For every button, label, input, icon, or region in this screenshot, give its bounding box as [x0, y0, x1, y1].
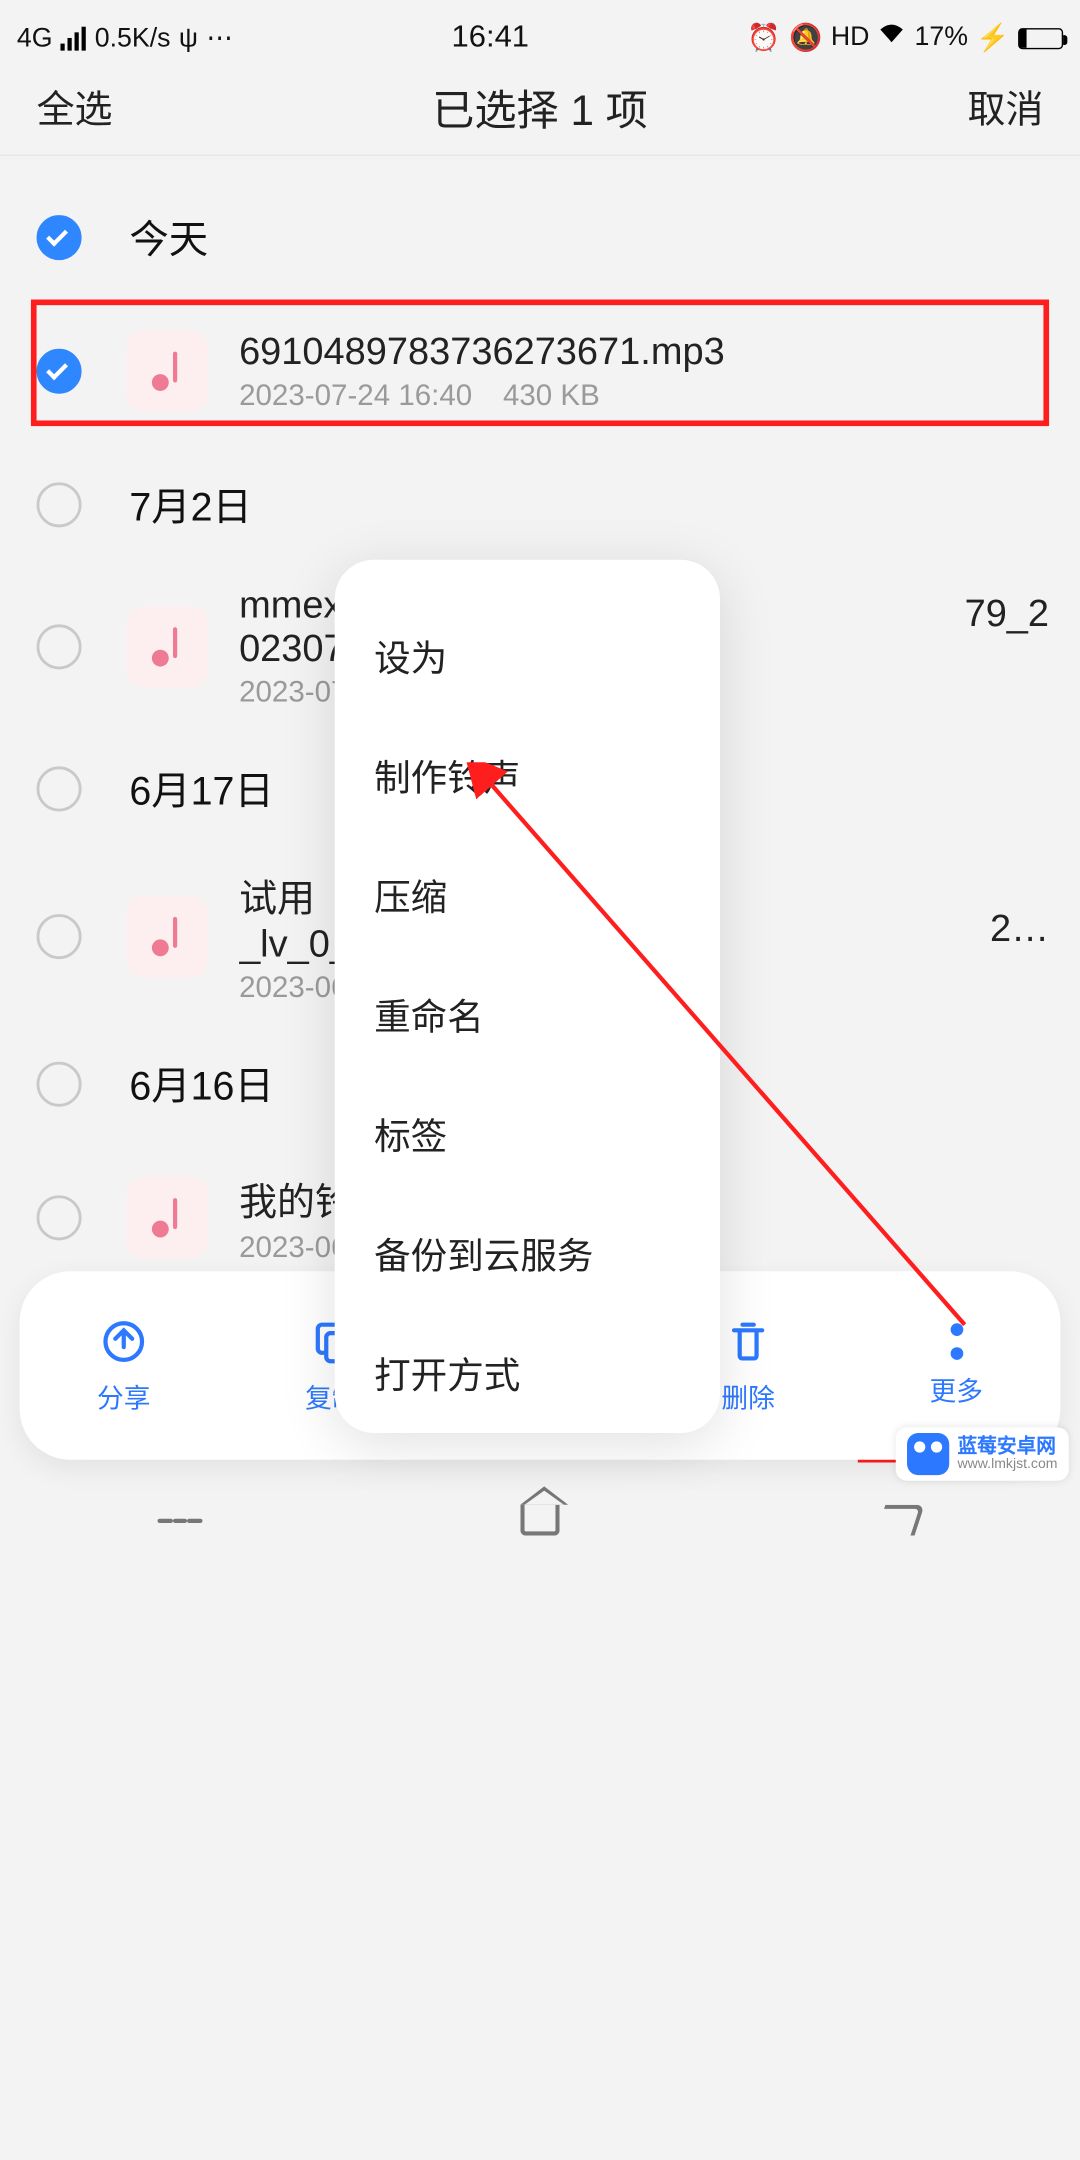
watermark-icon: [907, 1433, 949, 1475]
share-icon: [98, 1316, 149, 1367]
music-file-icon: [127, 330, 209, 412]
file-date: 2023-07-24 16:40: [239, 379, 472, 411]
music-file-icon: [127, 896, 209, 978]
battery-percent: 17%: [914, 23, 967, 54]
file-name-tail: 2…: [990, 907, 1049, 951]
trash-icon: [723, 1316, 774, 1367]
music-file-icon: [127, 606, 209, 688]
group-label: 6月16日: [129, 1056, 273, 1112]
more-icon: [950, 1323, 963, 1360]
menu-open-with[interactable]: 打开方式: [335, 1313, 720, 1433]
group-checkbox[interactable]: [37, 766, 82, 811]
network-speed: 0.5K/s: [95, 23, 171, 54]
action-label: 分享: [97, 1377, 150, 1415]
file-checkbox[interactable]: [37, 624, 82, 669]
file-checkbox[interactable]: [37, 1195, 82, 1240]
wifi-icon: [878, 23, 906, 54]
selection-title: 已选择 1 项: [432, 75, 648, 137]
signal-icon: [61, 27, 86, 51]
file-date: 2023-06: [239, 972, 347, 1004]
file-name: 6910489783736273671.mp3: [239, 330, 1043, 374]
file-checkbox[interactable]: [37, 349, 82, 394]
home-button[interactable]: [518, 1498, 563, 1543]
charging-icon: ⚡: [976, 21, 1009, 55]
menu-make-ringtone[interactable]: 制作铃声: [335, 716, 720, 836]
selection-header: 全选 已选择 1 项 取消: [0, 58, 1080, 156]
share-button[interactable]: 分享: [46, 1316, 201, 1416]
watermark: 蓝莓安卓网 www.lmkjst.com: [896, 1427, 1069, 1480]
menu-rename[interactable]: 重命名: [335, 955, 720, 1075]
cancel-button[interactable]: 取消: [967, 79, 1043, 134]
group-label: 今天: [129, 210, 208, 266]
file-name-tail: 79_2: [965, 592, 1049, 636]
menu-backup-cloud[interactable]: 备份到云服务: [335, 1194, 720, 1314]
android-navbar: [0, 1479, 1080, 1561]
file-checkbox[interactable]: [37, 914, 82, 959]
group-checkbox[interactable]: [37, 1062, 82, 1107]
select-all-button[interactable]: 全选: [37, 79, 113, 134]
group-header[interactable]: 7月2日: [0, 443, 1080, 567]
group-checkbox[interactable]: [37, 215, 82, 260]
more-status-icon: ⋯: [206, 23, 233, 55]
group-label: 6月17日: [129, 761, 273, 817]
hd-indicator: HD: [831, 23, 870, 54]
file-size: 430 KB: [503, 379, 600, 411]
back-button[interactable]: [878, 1498, 923, 1543]
menu-set-as[interactable]: 设为: [335, 596, 720, 716]
group-label: 7月2日: [129, 477, 252, 533]
usb-icon: ψ: [179, 23, 198, 54]
menu-compress[interactable]: 压缩: [335, 835, 720, 955]
watermark-title: 蓝莓安卓网: [957, 1435, 1057, 1457]
network-type: 4G: [17, 23, 53, 54]
menu-tags[interactable]: 标签: [335, 1074, 720, 1194]
alarm-icon: ⏰: [747, 21, 780, 55]
battery-icon: [1018, 27, 1063, 48]
file-row[interactable]: 6910489783736273671.mp3 2023-07-24 16:40…: [0, 300, 1080, 443]
action-label: 删除: [721, 1377, 774, 1415]
recents-button[interactable]: [158, 1498, 203, 1543]
action-label: 更多: [930, 1370, 983, 1408]
context-menu: 设为 制作铃声 压缩 重命名 标签 备份到云服务 打开方式: [335, 560, 720, 1433]
more-button[interactable]: 更多: [879, 1323, 1034, 1409]
status-bar: 4G 0.5K/s ψ ⋯ 16:41 ⏰ 🔕 HD 17% ⚡: [0, 0, 1080, 58]
file-date: 2023-07: [239, 676, 347, 708]
watermark-url: www.lmkjst.com: [957, 1457, 1057, 1472]
music-file-icon: [127, 1177, 209, 1259]
file-date: 2023-06: [239, 1231, 347, 1263]
group-checkbox[interactable]: [37, 482, 82, 527]
clock: 16:41: [452, 18, 529, 55]
dnd-icon: 🔕: [789, 21, 822, 55]
group-header[interactable]: 今天: [0, 176, 1080, 300]
